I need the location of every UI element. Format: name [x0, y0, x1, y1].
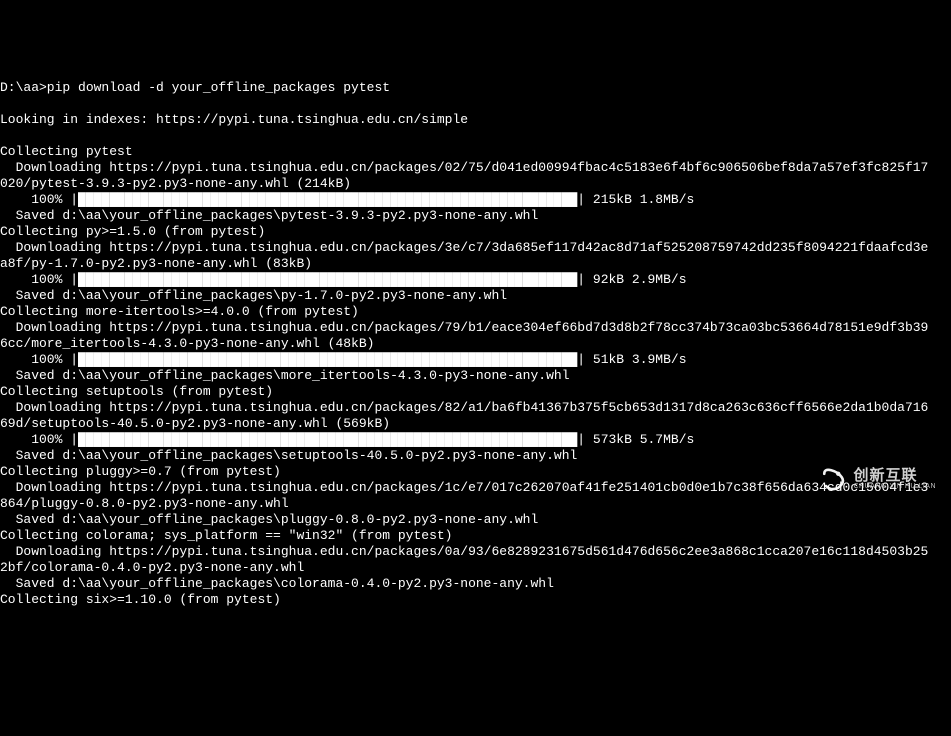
downloading-line: Downloading https://pypi.tuna.tsinghua.e… — [0, 160, 951, 176]
index-line: Looking in indexes: https://pypi.tuna.ts… — [0, 112, 951, 128]
watermark-cn: 创新互联 — [853, 468, 936, 483]
progress-line: 100% |██████████████████████████████████… — [0, 192, 951, 208]
progress-line: 100% |██████████████████████████████████… — [0, 352, 951, 368]
collecting-line: Collecting pluggy>=0.7 (from pytest) — [0, 464, 951, 480]
saved-line: Saved d:\aa\your_offline_packages\colora… — [0, 576, 951, 592]
downloading-line: 6cc/more_itertools-4.3.0-py3-none-any.wh… — [0, 336, 951, 352]
downloading-line: Downloading https://pypi.tuna.tsinghua.e… — [0, 320, 951, 336]
watermark-en: CHUANG XIN HU LIAN — [853, 483, 936, 490]
downloading-line: Downloading https://pypi.tuna.tsinghua.e… — [0, 544, 951, 560]
progress-bar: ████████████████████████████████████████… — [78, 352, 577, 367]
collecting-line: Collecting colorama; sys_platform == "wi… — [0, 528, 951, 544]
downloading-line: 864/pluggy-0.8.0-py2.py3-none-any.whl — [0, 496, 951, 512]
downloading-line: 020/pytest-3.9.3-py2.py3-none-any.whl (2… — [0, 176, 951, 192]
downloading-line: Downloading https://pypi.tuna.tsinghua.e… — [0, 480, 951, 496]
progress-bar: ████████████████████████████████████████… — [78, 272, 577, 287]
progress-line: 100% |██████████████████████████████████… — [0, 432, 951, 448]
progress-line: 100% |██████████████████████████████████… — [0, 272, 951, 288]
downloading-line: a8f/py-1.7.0-py2.py3-none-any.whl (83kB) — [0, 256, 951, 272]
saved-line: Saved d:\aa\your_offline_packages\setupt… — [0, 448, 951, 464]
progress-bar: ████████████████████████████████████████… — [78, 432, 577, 447]
downloading-line: Downloading https://pypi.tuna.tsinghua.e… — [0, 400, 951, 416]
downloading-line: 2bf/colorama-0.4.0-py2.py3-none-any.whl — [0, 560, 951, 576]
saved-line: Saved d:\aa\your_offline_packages\pluggy… — [0, 512, 951, 528]
saved-line: Saved d:\aa\your_offline_packages\py-1.7… — [0, 288, 951, 304]
saved-line: Saved d:\aa\your_offline_packages\more_i… — [0, 368, 951, 384]
logo-icon — [819, 465, 847, 493]
downloading-line: Downloading https://pypi.tuna.tsinghua.e… — [0, 240, 951, 256]
watermark: 创新互联 CHUANG XIN HU LIAN — [819, 465, 936, 493]
downloading-line: 69d/setuptools-40.5.0-py2.py3-none-any.w… — [0, 416, 951, 432]
collecting-line: Collecting py>=1.5.0 (from pytest) — [0, 224, 951, 240]
collecting-line: Collecting setuptools (from pytest) — [0, 384, 951, 400]
saved-line: Saved d:\aa\your_offline_packages\pytest… — [0, 208, 951, 224]
prompt-line: D:\aa>pip download -d your_offline_packa… — [0, 80, 951, 96]
collecting-line: Collecting more-itertools>=4.0.0 (from p… — [0, 304, 951, 320]
terminal-output: D:\aa>pip download -d your_offline_packa… — [0, 64, 951, 624]
progress-bar: ████████████████████████████████████████… — [78, 192, 577, 207]
collecting-line: Collecting six>=1.10.0 (from pytest) — [0, 592, 951, 608]
collecting-line: Collecting pytest — [0, 144, 951, 160]
